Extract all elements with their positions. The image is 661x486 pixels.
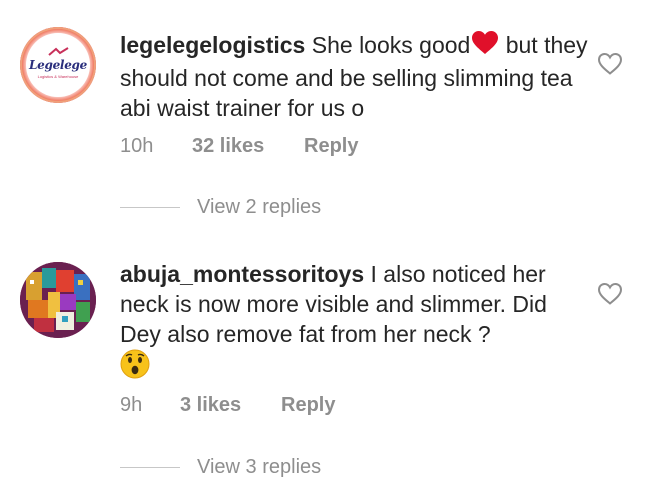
logo-swoosh-icon — [48, 47, 69, 56]
view-replies[interactable]: View 2 replies — [120, 196, 321, 219]
comment-body: She looks good — [311, 32, 471, 58]
avatar[interactable]: Legelege Logistics & Warehouse — [20, 27, 96, 103]
avatar-image — [20, 262, 96, 338]
comment-text: legelegelogistics She looks good but the… — [120, 30, 590, 123]
view-replies[interactable]: View 3 replies — [120, 456, 321, 479]
username-link[interactable]: legelegelogistics — [120, 32, 305, 58]
replies-divider — [120, 207, 180, 208]
reply-button[interactable]: Reply — [281, 394, 335, 417]
avatar[interactable] — [20, 262, 96, 338]
heart-outline-icon[interactable] — [597, 282, 623, 306]
heart-outline-icon[interactable] — [597, 52, 623, 76]
likes-count[interactable]: 3 likes — [180, 394, 281, 417]
comment-meta: 10h 32 likes Reply — [120, 135, 358, 158]
comment-text: abuja_montessoritoys I also noticed her … — [120, 259, 590, 386]
timestamp: 10h — [120, 135, 154, 157]
username-link[interactable]: abuja_montessoritoys — [120, 261, 364, 287]
logo-subtext: Logistics & Warehouse — [37, 74, 79, 79]
reply-button[interactable]: Reply — [304, 135, 358, 158]
comment-item: Legelege Logistics & Warehouse legelegel… — [0, 0, 661, 240]
logo-text: Legelege — [29, 58, 87, 72]
view-replies-label[interactable]: View 3 replies — [197, 456, 321, 479]
comment-meta: 9h 3 likes Reply — [120, 394, 335, 417]
logo: Legelege Logistics & Warehouse — [26, 33, 90, 97]
timestamp: 9h — [120, 394, 143, 416]
red-heart-emoji — [471, 30, 499, 63]
likes-count[interactable]: 32 likes — [192, 135, 304, 158]
astonished-face-emoji — [120, 349, 150, 386]
replies-divider — [120, 467, 180, 468]
view-replies-label[interactable]: View 2 replies — [197, 196, 321, 219]
comment-item: abuja_montessoritoys I also noticed her … — [0, 240, 661, 486]
